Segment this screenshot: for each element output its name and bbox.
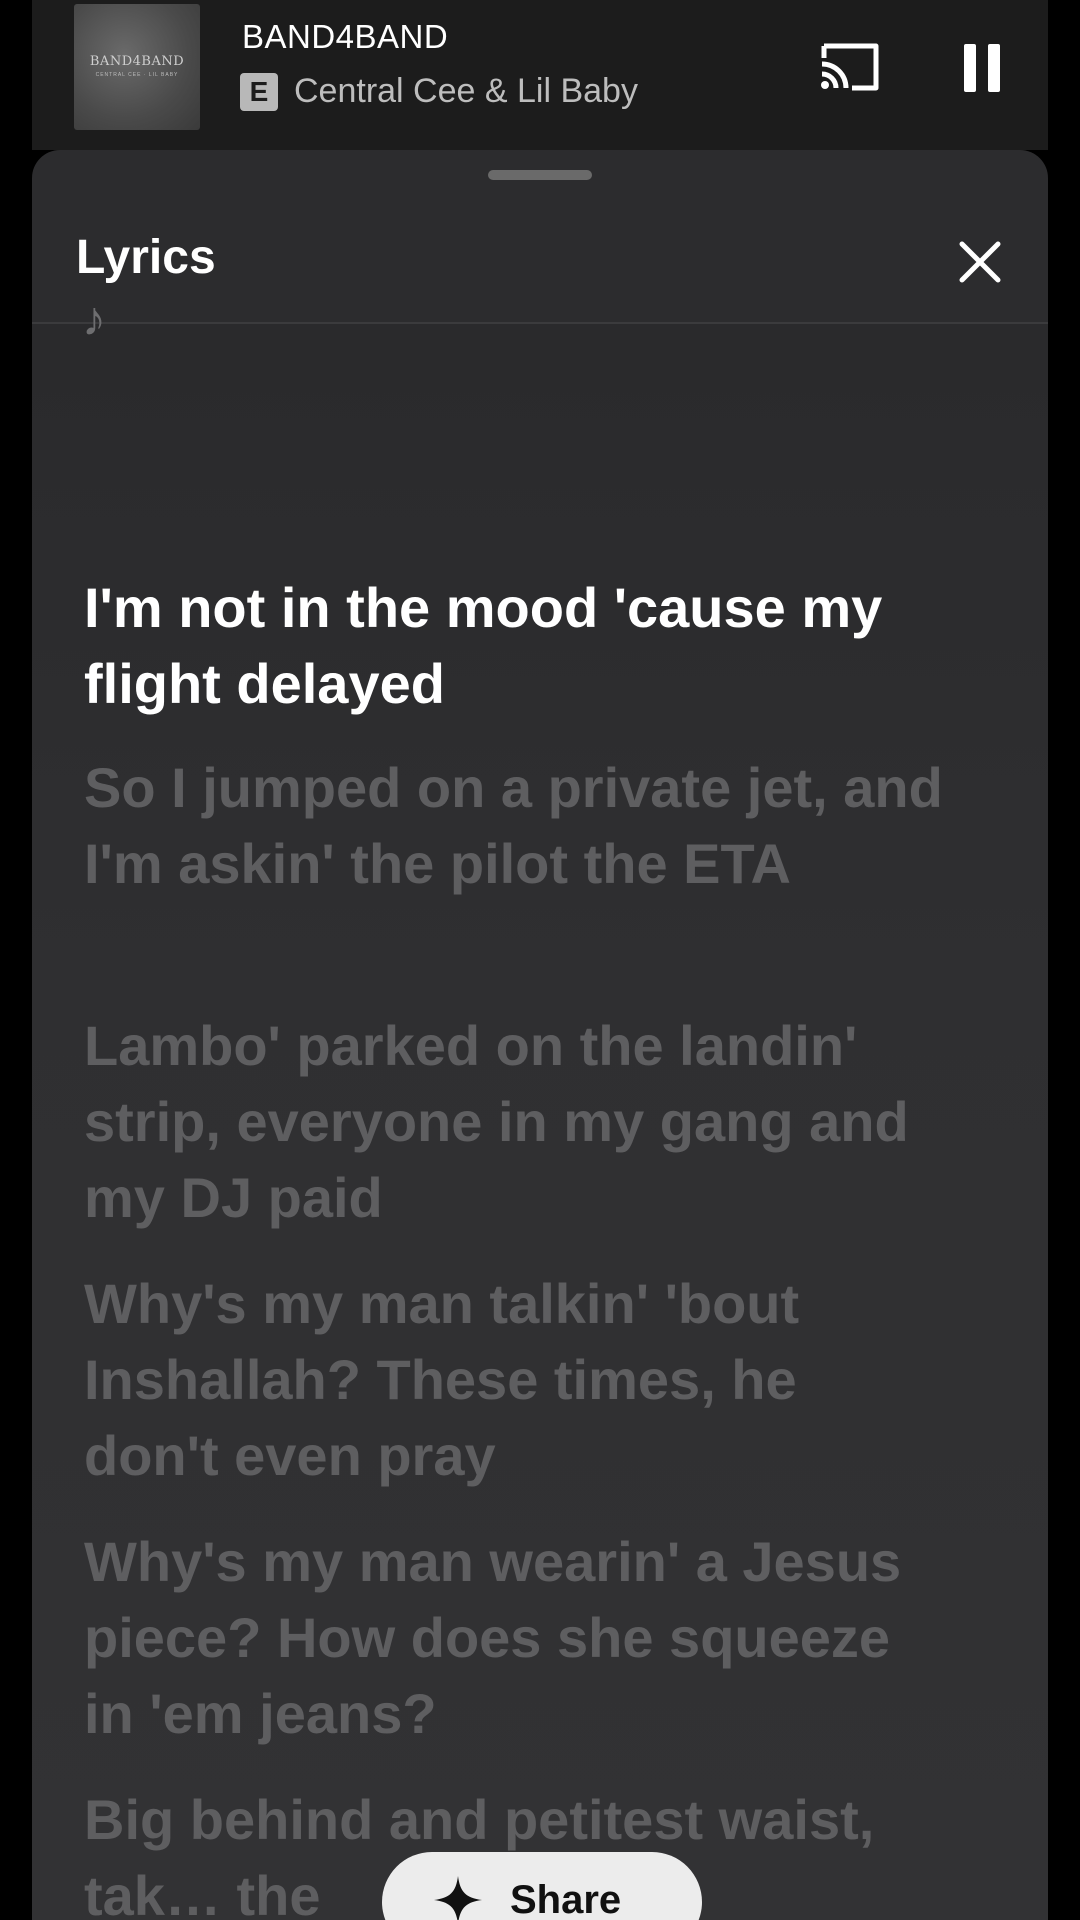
track-artist: Central Cee & Lil Baby <box>294 72 638 110</box>
album-art[interactable]: BAND4BAND CENTRAL CEE · LIL BABY <box>74 4 200 130</box>
lyric-line[interactable]: Why's my man wearin' a Jesus piece? How … <box>84 1524 944 1752</box>
lyric-line[interactable]: Why's my man talkin' 'bout Inshallah? Th… <box>84 1266 944 1494</box>
share-label: Share <box>510 1878 622 1920</box>
explicit-badge: E <box>240 73 278 111</box>
share-button[interactable]: Share <box>382 1852 702 1920</box>
lyric-line-active[interactable]: I'm not in the mood 'cause my flight del… <box>84 570 944 722</box>
close-button[interactable] <box>950 232 1010 292</box>
track-title: BAND4BAND <box>242 18 449 55</box>
album-art-subtitle: CENTRAL CEE · LIL BABY <box>95 72 179 78</box>
lyric-line[interactable]: Lambo' parked on the landin' strip, ever… <box>84 1008 944 1236</box>
mini-player[interactable]: BAND4BAND CENTRAL CEE · LIL BABY BAND4BA… <box>32 0 1048 150</box>
close-icon <box>959 241 1001 283</box>
lyric-line[interactable]: So I jumped on a private jet, and I'm as… <box>84 750 944 902</box>
drag-handle[interactable] <box>488 170 592 180</box>
album-art-title: BAND4BAND <box>89 54 185 69</box>
screen: BAND4BAND CENTRAL CEE · LIL BABY BAND4BA… <box>0 0 1080 1920</box>
pause-icon <box>964 44 1000 92</box>
sheet-title: Lyrics <box>76 231 216 284</box>
pause-button[interactable] <box>954 42 1010 94</box>
cast-button[interactable] <box>818 40 882 94</box>
music-note-icon: ♪ <box>82 293 106 346</box>
cast-icon <box>821 43 879 91</box>
sparkle-icon <box>430 1872 486 1920</box>
